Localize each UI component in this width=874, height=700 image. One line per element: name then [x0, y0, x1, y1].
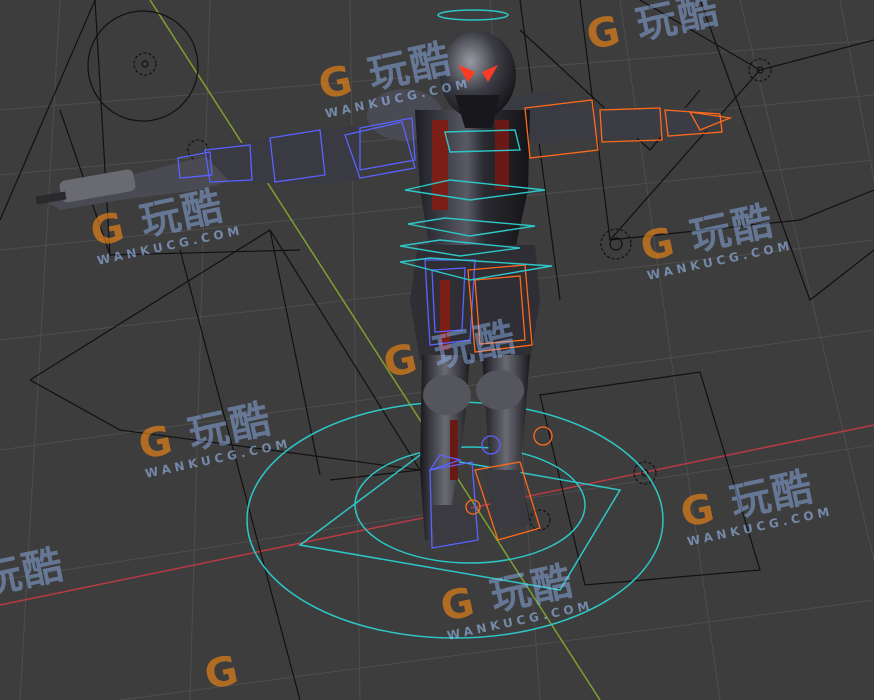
3d-viewport[interactable]: G 玩酷 WANKUCG.COM G 玩酷 G 玩酷 WANKUCG.COM G… [0, 0, 874, 700]
viewport-canvas[interactable] [0, 0, 874, 700]
